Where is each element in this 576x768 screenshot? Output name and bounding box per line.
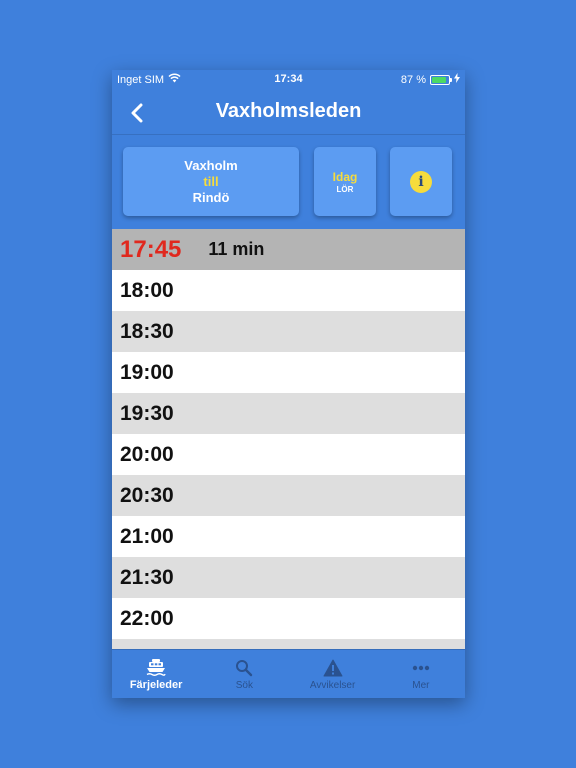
- departure-time: 20:30: [120, 483, 174, 507]
- info-icon: i: [410, 170, 432, 193]
- info-button[interactable]: i: [390, 147, 452, 216]
- departure-list[interactable]: 17:45 11 min 18:00 18:30 19:00 19:30 20:…: [112, 229, 465, 649]
- search-icon: [235, 658, 253, 678]
- departure-time: 19:30: [120, 401, 174, 425]
- route-to: Rindö: [192, 189, 230, 205]
- tab-search[interactable]: Sök: [200, 650, 288, 698]
- tab-label: Avvikelser: [309, 679, 356, 691]
- departure-time: 18:00: [120, 278, 174, 302]
- departure-row[interactable]: 21:00: [112, 516, 465, 557]
- route-selector-button[interactable]: Vaxholm till Rindö: [123, 147, 299, 216]
- departure-row[interactable]: [112, 639, 465, 649]
- more-icon: [411, 658, 431, 678]
- departure-time: 20:00: [120, 442, 174, 466]
- departure-time: 21:30: [120, 565, 174, 589]
- tab-label: Färjeleder: [129, 679, 183, 691]
- charging-bolt-icon: [454, 73, 460, 86]
- route-from: Vaxholm: [184, 157, 238, 173]
- status-bar: Inget SIM 17:34 87 %: [112, 70, 465, 90]
- battery-percent: 87 %: [400, 73, 426, 86]
- tab-bar: Färjeleder Sök Avvikelser Mer: [112, 649, 465, 698]
- tab-label: Mer: [412, 679, 430, 691]
- departure-row[interactable]: 19:00: [112, 352, 465, 393]
- departure-time: 19:00: [120, 360, 174, 384]
- weekday-label: LÖR: [336, 184, 354, 194]
- tab-more[interactable]: Mer: [377, 650, 465, 698]
- departure-row-next[interactable]: 17:45 11 min: [112, 229, 465, 270]
- day-label: Idag: [332, 169, 358, 184]
- departure-time: 21:00: [120, 524, 174, 548]
- day-selector-button[interactable]: Idag LÖR: [314, 147, 376, 216]
- tab-deviations[interactable]: Avvikelser: [289, 650, 377, 698]
- nav-bar: Vaxholmsleden: [112, 90, 465, 135]
- route-connector: till: [203, 173, 219, 189]
- tab-ferry-routes[interactable]: Färjeleder: [112, 650, 200, 698]
- route-controls: Vaxholm till Rindö Idag LÖR i: [112, 136, 465, 229]
- battery-icon: [430, 74, 452, 85]
- battery-level: [432, 76, 446, 83]
- phone-screen: Inget SIM 17:34 87 % Vaxholmsleden Vaxho…: [112, 70, 465, 698]
- departure-row[interactable]: 19:30: [112, 393, 465, 434]
- departure-row[interactable]: 20:30: [112, 475, 465, 516]
- departure-time: 18:30: [120, 319, 174, 343]
- page-title: Vaxholmsleden: [215, 100, 362, 122]
- status-right: 87 %: [401, 73, 460, 86]
- departure-row[interactable]: 20:00: [112, 434, 465, 475]
- departure-row[interactable]: 21:30: [112, 557, 465, 598]
- tab-label: Sök: [235, 679, 253, 691]
- departure-time: 22:00: [120, 606, 174, 630]
- departure-countdown: 11 min: [208, 239, 265, 259]
- departure-row[interactable]: 22:00: [112, 598, 465, 639]
- ferry-icon: [146, 657, 166, 677]
- departure-row[interactable]: 18:00: [112, 270, 465, 311]
- departure-time: 17:45: [120, 235, 182, 263]
- warning-icon: [323, 658, 343, 678]
- departure-row[interactable]: 18:30: [112, 311, 465, 352]
